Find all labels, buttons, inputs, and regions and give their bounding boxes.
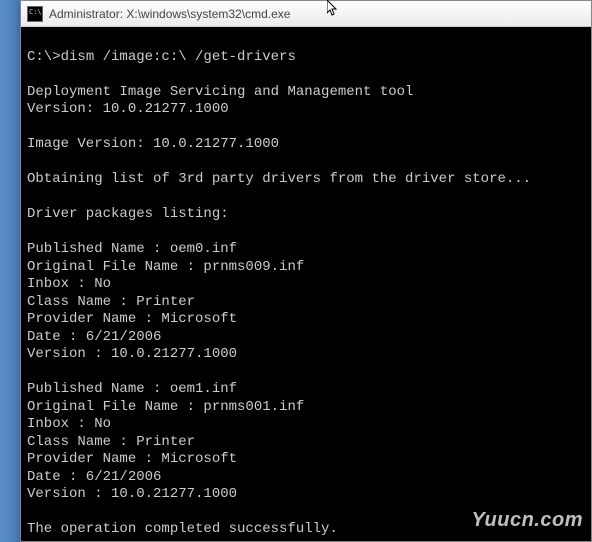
driver-date: Date : 6/21/2006 — [27, 329, 161, 345]
driver-provider: Provider Name : Microsoft — [27, 451, 237, 467]
driver-class: Class Name : Printer — [27, 434, 195, 450]
prompt-line: C:\>dism /image:c:\ /get-drivers — [27, 49, 296, 65]
success-line: The operation completed successfully. — [27, 521, 338, 537]
tool-header: Deployment Image Servicing and Managemen… — [27, 84, 413, 100]
mouse-cursor-icon — [327, 0, 339, 18]
command-text: dism /image:c:\ /get-drivers — [61, 49, 296, 65]
cmd-window: Administrator: X:\windows\system32\cmd.e… — [20, 0, 592, 542]
driver-original: Original File Name : prnms001.inf — [27, 399, 304, 415]
prompt: C:\> — [27, 49, 61, 65]
driver-inbox: Inbox : No — [27, 276, 111, 292]
obtaining-line: Obtaining list of 3rd party drivers from… — [27, 171, 531, 187]
listing-header: Driver packages listing: — [27, 206, 229, 222]
cmd-icon — [27, 6, 43, 22]
driver-published: Published Name : oem0.inf — [27, 241, 237, 257]
watermark: Yuucn.com — [471, 508, 583, 533]
driver-published: Published Name : oem1.inf — [27, 381, 237, 397]
driver-inbox: Inbox : No — [27, 416, 111, 432]
tool-version: Version: 10.0.21277.1000 — [27, 101, 229, 117]
driver-date: Date : 6/21/2006 — [27, 469, 161, 485]
window-title: Administrator: X:\windows\system32\cmd.e… — [49, 7, 290, 21]
driver-provider: Provider Name : Microsoft — [27, 311, 237, 327]
driver-original: Original File Name : prnms009.inf — [27, 259, 304, 275]
driver-class: Class Name : Printer — [27, 294, 195, 310]
titlebar[interactable]: Administrator: X:\windows\system32\cmd.e… — [21, 1, 591, 27]
terminal-output[interactable]: C:\>dism /image:c:\ /get-drivers Deploym… — [21, 27, 591, 541]
driver-version: Version : 10.0.21277.1000 — [27, 486, 237, 502]
image-version: Image Version: 10.0.21277.1000 — [27, 136, 279, 152]
desktop-background — [0, 0, 20, 542]
driver-version: Version : 10.0.21277.1000 — [27, 346, 237, 362]
